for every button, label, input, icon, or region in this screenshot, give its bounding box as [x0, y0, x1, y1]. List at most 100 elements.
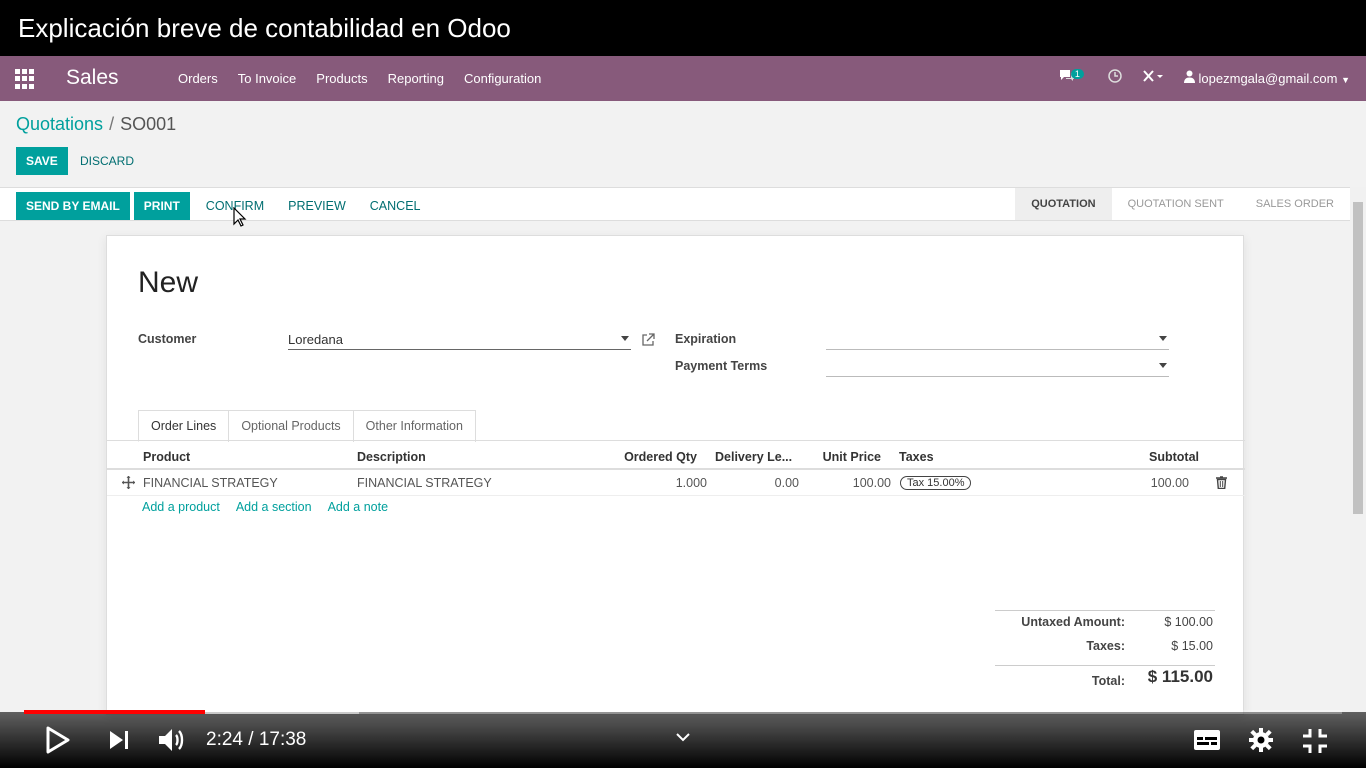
apps-grid-icon[interactable]	[15, 69, 35, 89]
table-header: Product Description Ordered Qty Delivery…	[107, 444, 1245, 470]
progress-bar[interactable]	[24, 710, 1342, 714]
tab-optional-products[interactable]: Optional Products	[228, 410, 354, 442]
taxes-label: Taxes:	[1086, 639, 1125, 653]
action-buttons: SEND BY EMAIL PRINT CONFIRM PREVIEW CANC…	[16, 192, 429, 220]
menu-to-invoice[interactable]: To Invoice	[238, 71, 297, 86]
step-quotation[interactable]: QUOTATION	[1015, 188, 1112, 220]
video-controls: 2:24 / 17:38	[0, 710, 1366, 768]
systray: 1 lopezmgala@gmail.com ▼	[1059, 69, 1350, 86]
main-menu: Orders To Invoice Products Reporting Con…	[178, 71, 541, 86]
line-delivery[interactable]: 0.00	[775, 476, 799, 490]
discard-button[interactable]: DISCARD	[80, 154, 134, 168]
taxes-value: $ 15.00	[1171, 639, 1213, 653]
drag-handle-icon[interactable]	[122, 476, 135, 489]
menu-products[interactable]: Products	[316, 71, 367, 86]
statusbar-row: SEND BY EMAIL PRINT CONFIRM PREVIEW CANC…	[0, 187, 1350, 221]
user-email: lopezmgala@gmail.com	[1198, 70, 1338, 86]
chevron-down-icon	[1159, 363, 1167, 368]
messages-button[interactable]: 1	[1059, 69, 1088, 86]
next-icon[interactable]	[108, 729, 130, 751]
col-description[interactable]: Description	[357, 450, 426, 464]
table-row[interactable]: FINANCIAL STRATEGY FINANCIAL STRATEGY 1.…	[107, 470, 1245, 496]
chevron-down-icon	[1159, 336, 1167, 341]
chevron-down-icon[interactable]	[676, 733, 690, 743]
step-sales-order[interactable]: SALES ORDER	[1240, 188, 1350, 220]
customer-value: Loredana	[288, 332, 343, 347]
line-subtotal[interactable]: 100.00	[1151, 476, 1189, 490]
customer-field[interactable]: Loredana	[288, 332, 631, 350]
chevron-down-icon	[621, 336, 629, 341]
total-label: Total:	[1091, 674, 1125, 688]
col-product[interactable]: Product	[143, 450, 190, 464]
exit-fullscreen-icon[interactable]	[1302, 728, 1328, 754]
record-title: New	[138, 266, 199, 299]
page-scrollbar[interactable]	[1350, 187, 1366, 712]
untaxed-row: Untaxed Amount: $ 100.00	[995, 615, 1215, 639]
save-button[interactable]: SAVE	[16, 147, 68, 175]
order-lines-table: Product Description Ordered Qty Delivery…	[107, 444, 1245, 496]
line-description[interactable]: FINANCIAL STRATEGY	[357, 476, 492, 490]
progress-played	[24, 710, 205, 714]
payment-terms-field[interactable]	[826, 359, 1169, 377]
payment-terms-label: Payment Terms	[675, 359, 768, 373]
time-display: 2:24 / 17:38	[206, 729, 307, 750]
debug-tools-button[interactable]	[1142, 69, 1164, 86]
col-ordered-qty[interactable]: Ordered Qty	[624, 450, 697, 464]
video-title: Explicación breve de contabilidad en Odo…	[0, 0, 1366, 56]
tax-tag[interactable]: Tax 15.00%	[900, 476, 972, 490]
notebook-tabs: Order Lines Optional Products Other Info…	[138, 410, 476, 442]
add-note-link[interactable]: Add a note	[328, 500, 388, 514]
user-menu[interactable]: lopezmgala@gmail.com ▼	[1183, 70, 1350, 86]
activity-button[interactable]	[1108, 69, 1122, 86]
totals-summary: Untaxed Amount: $ 100.00 Taxes: $ 15.00 …	[995, 608, 1215, 694]
totals-divider	[995, 665, 1215, 666]
menu-configuration[interactable]: Configuration	[464, 71, 541, 86]
video-frame: Explicación breve de contabilidad en Odo…	[0, 0, 1366, 768]
clock-icon	[1108, 69, 1122, 83]
settings-gear-icon[interactable]	[1248, 727, 1274, 753]
chevron-down-icon: ▼	[1341, 74, 1350, 85]
external-link-icon[interactable]	[641, 333, 655, 347]
cancel-button[interactable]: CANCEL	[370, 199, 421, 213]
taxes-row: Taxes: $ 15.00	[995, 639, 1215, 663]
expiration-label: Expiration	[675, 332, 737, 346]
app-name: Sales	[66, 66, 119, 89]
breadcrumb-separator: /	[109, 114, 115, 134]
line-unit-price[interactable]: 100.00	[853, 476, 891, 490]
volume-icon[interactable]	[158, 727, 188, 753]
line-qty[interactable]: 1.000	[676, 476, 707, 490]
play-icon[interactable]	[46, 726, 70, 754]
total-row: Total: $ 115.00	[995, 667, 1215, 694]
tab-order-lines[interactable]: Order Lines	[138, 410, 230, 442]
tab-divider	[107, 440, 1245, 441]
customer-label: Customer	[138, 332, 197, 346]
col-unit-price[interactable]: Unit Price	[823, 450, 881, 464]
line-product[interactable]: FINANCIAL STRATEGY	[143, 476, 278, 490]
add-line-links: Add a product Add a section Add a note	[142, 500, 388, 514]
subtitles-icon[interactable]	[1193, 729, 1221, 751]
col-taxes[interactable]: Taxes	[899, 450, 934, 464]
tab-other-information[interactable]: Other Information	[352, 410, 476, 442]
menu-reporting[interactable]: Reporting	[388, 71, 444, 86]
col-subtotal[interactable]: Subtotal	[1149, 450, 1199, 464]
messages-count-badge: 1	[1070, 69, 1084, 79]
top-navbar: Sales Orders To Invoice Products Reporti…	[0, 56, 1366, 101]
col-delivery-lead[interactable]: Delivery Le...	[715, 450, 792, 464]
untaxed-value: $ 100.00	[1164, 615, 1213, 629]
user-icon	[1183, 70, 1195, 83]
untaxed-label: Untaxed Amount:	[1021, 615, 1125, 629]
send-by-email-button[interactable]: SEND BY EMAIL	[16, 192, 130, 220]
add-section-link[interactable]: Add a section	[236, 500, 312, 514]
breadcrumb-quotations[interactable]: Quotations	[16, 114, 103, 134]
preview-button[interactable]: PREVIEW	[288, 199, 346, 213]
trash-icon[interactable]	[1216, 476, 1227, 489]
add-product-link[interactable]: Add a product	[142, 500, 220, 514]
print-button[interactable]: PRINT	[133, 192, 190, 220]
form-sheet: New Customer Loredana Expiration Payment…	[106, 235, 1245, 715]
total-value: $ 115.00	[1147, 667, 1213, 686]
menu-orders[interactable]: Orders	[178, 71, 218, 86]
scrollbar-thumb[interactable]	[1353, 202, 1363, 514]
expiration-field[interactable]	[826, 332, 1169, 350]
step-quotation-sent[interactable]: QUOTATION SENT	[1112, 188, 1240, 220]
breadcrumb: Quotations / SO001	[16, 114, 176, 135]
